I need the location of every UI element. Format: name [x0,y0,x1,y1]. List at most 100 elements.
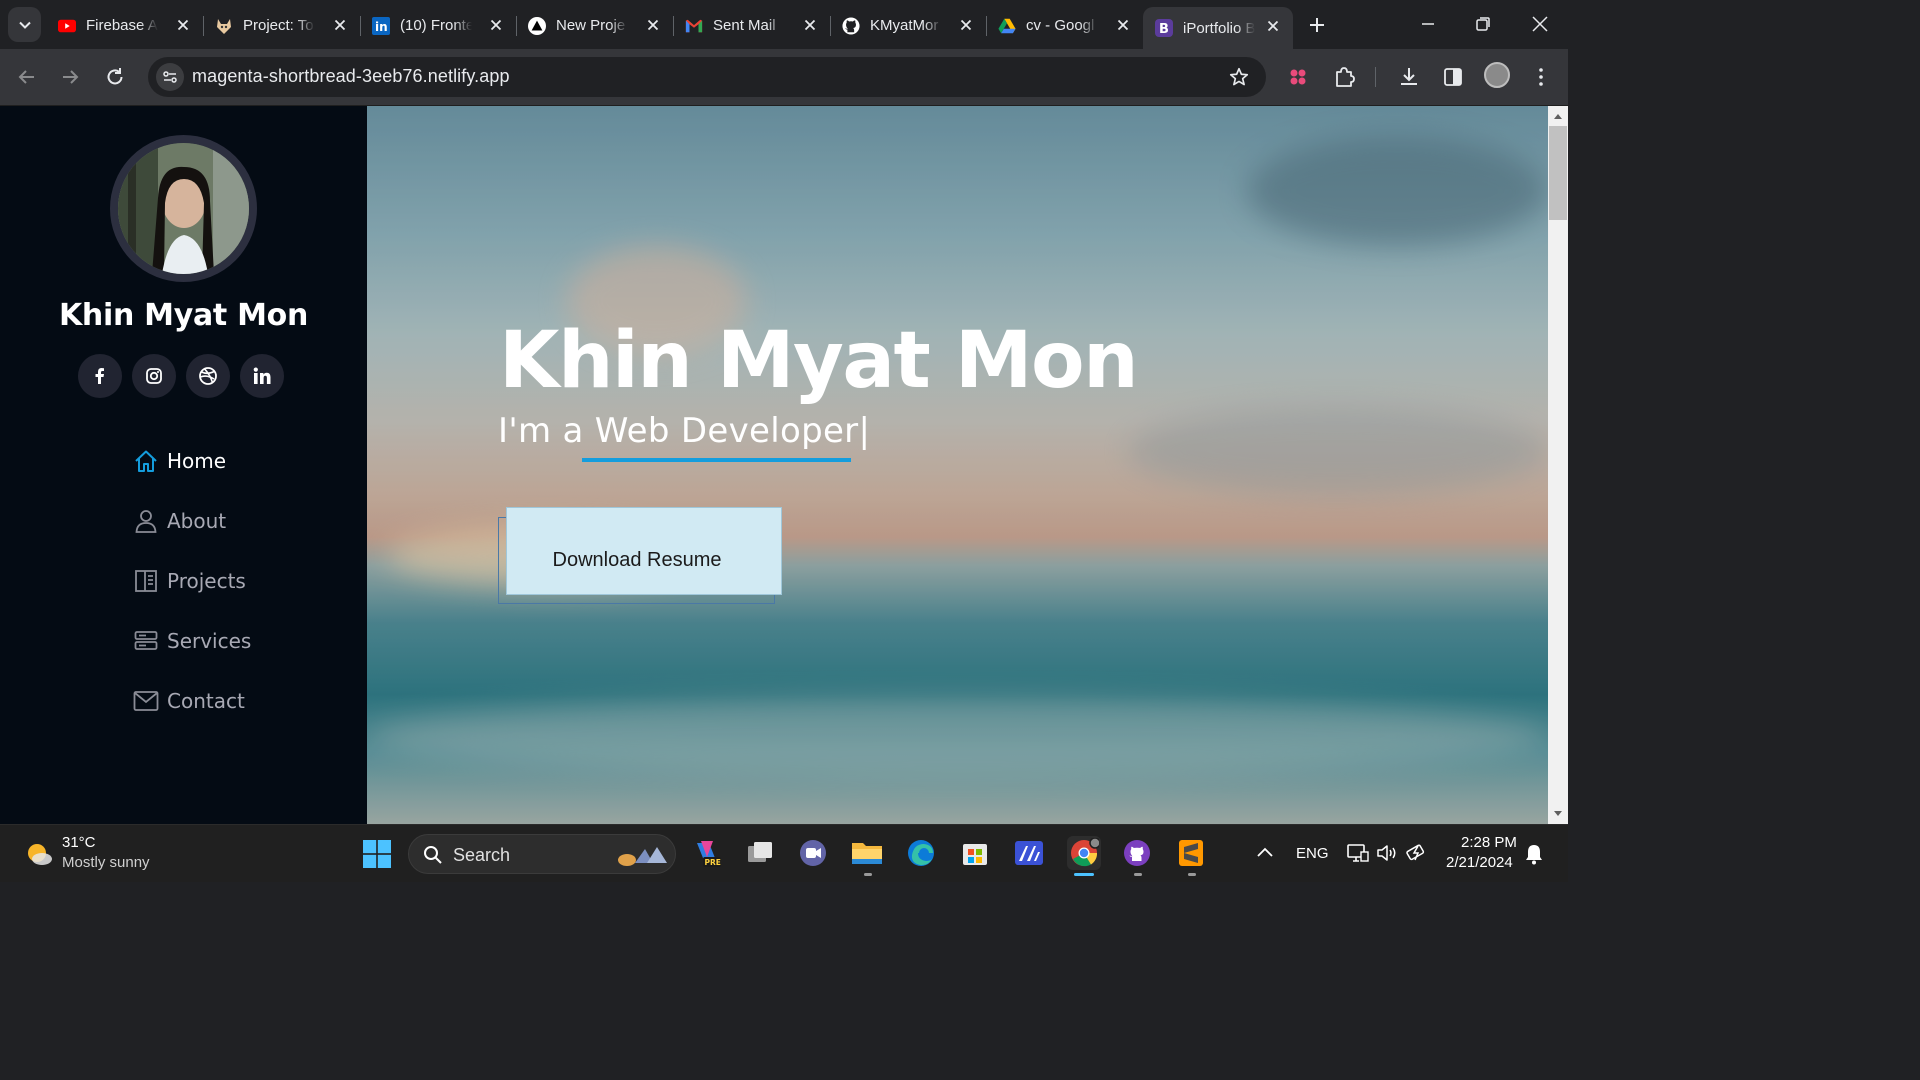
scroll-up-arrow-icon[interactable] [1553,112,1563,120]
battery-charging-icon[interactable] [1405,842,1429,864]
close-icon[interactable] [1115,17,1131,33]
store-icon [963,844,987,865]
page-viewport: Khin Myat Mon Home About Projects Servic… [0,106,1568,824]
sidebar-nav: Home About Projects Services Contact [133,446,251,746]
browser-tab-firebase[interactable]: Firebase A [46,6,204,45]
facebook-link[interactable] [78,354,122,398]
kebab-menu-icon[interactable] [1529,65,1553,89]
nav-about[interactable]: About [133,506,251,536]
clock-time[interactable]: 2:28 PM [1461,834,1517,851]
weather-temperature[interactable]: 31°C [62,834,96,851]
task-view-app[interactable] [744,837,776,869]
google-drive-icon [998,17,1016,35]
browser-toolbar: magenta-shortbread-3eeb76.netlify.app [0,49,1568,106]
typed-underline [582,458,851,462]
weather-sun-cloud-icon[interactable] [24,839,54,869]
taskbar-search[interactable]: Search [408,834,676,874]
github-desktop-app[interactable] [1121,837,1153,869]
close-icon[interactable] [958,17,974,33]
edge-app[interactable] [905,837,937,869]
browser-tab-github[interactable]: KMyatMor [830,6,987,45]
network-icon[interactable] [1347,843,1369,863]
extension-icon[interactable] [1286,65,1310,89]
close-window-icon[interactable] [1528,12,1552,36]
sublime-text-app[interactable] [1175,837,1207,869]
browser-tab-linkedin[interactable]: in (10) Fronte [360,6,517,45]
dribbble-link[interactable] [186,354,230,398]
instagram-icon [146,368,162,384]
windows-start-icon[interactable] [362,839,392,869]
close-icon[interactable] [1265,18,1281,34]
envelope-icon [133,688,159,714]
download-icon[interactable] [1397,65,1421,89]
site-info-icon[interactable] [156,63,184,91]
search-highlight-icon [618,847,667,866]
browser-tab-drive[interactable]: cv - Googl [986,6,1143,45]
server-icon [133,628,159,654]
scroll-down-arrow-icon[interactable] [1553,810,1563,818]
browser-tab-project[interactable]: Project: To [203,6,361,45]
nav-label: About [167,509,227,533]
hero-typed-subtitle: I'm a Web Developer| [498,411,871,451]
bookmark-star-icon[interactable] [1228,66,1250,88]
download-resume-button[interactable]: Download Resume [506,507,782,595]
browser-tab-vercel[interactable]: New Proje [516,6,674,45]
nav-contact[interactable]: Contact [133,686,251,716]
file-explorer-app[interactable] [851,837,883,869]
social-links [78,354,284,398]
dev-home-icon [1015,841,1043,865]
minimize-icon[interactable] [1416,12,1440,36]
nav-label: Projects [167,569,246,593]
edge-icon [908,840,934,866]
chevron-up-icon[interactable] [1256,845,1274,859]
nav-label: Home [167,449,227,473]
close-icon[interactable] [332,17,348,33]
task-view-icon [748,842,772,862]
tab-title: Project: To [243,17,314,34]
tab-title: New Proje [556,17,626,34]
tab-title: iPortfolio B [1183,19,1255,37]
browser-tab-strip: Firebase A Project: To in (10) Fronte Ne… [0,0,1568,49]
reload-icon[interactable] [103,65,127,89]
dev-app[interactable] [1013,837,1045,869]
input-language[interactable]: ENG [1296,845,1329,862]
extensions-puzzle-icon[interactable] [1332,65,1356,89]
hero-title: Khin Myat Mon [499,316,1139,406]
side-panel-icon[interactable] [1441,65,1465,89]
browser-tab-gmail[interactable]: Sent Mail [673,6,831,45]
nav-projects[interactable]: Projects [133,566,251,596]
url-text: magenta-shortbread-3eeb76.netlify.app [192,66,510,86]
weather-description[interactable]: Mostly sunny [62,854,150,871]
close-icon[interactable] [175,17,191,33]
instagram-link[interactable] [132,354,176,398]
copilot-pre-app[interactable]: PRE [691,837,723,869]
hero-section: Khin Myat Mon I'm a Web Developer| Downl… [367,106,1548,824]
chevron-down-icon [18,21,31,29]
microsoft-store-app[interactable] [959,837,991,869]
new-tab-plus-icon[interactable] [1304,12,1330,38]
tab-title: cv - Googl [1026,17,1095,34]
notification-bell-icon[interactable] [1524,843,1544,865]
nav-services[interactable]: Services [133,626,251,656]
nav-home[interactable]: Home [133,446,251,476]
tab-title: KMyatMor [870,17,939,34]
close-icon[interactable] [488,17,504,33]
close-icon[interactable] [645,17,661,33]
back-arrow-icon[interactable] [15,65,39,89]
teams-app[interactable] [797,837,829,869]
forward-arrow-icon[interactable] [58,65,82,89]
svg-text:in: in [375,20,388,34]
browser-tab-iportfolio[interactable]: B iPortfolio B [1143,7,1293,49]
tab-search-button[interactable] [8,7,41,42]
chrome-app[interactable] [1067,836,1101,870]
search-label: Search [453,845,511,865]
clock-date[interactable]: 2/21/2024 [1446,854,1513,871]
linkedin-link[interactable] [240,354,284,398]
svg-text:B: B [1159,22,1169,37]
restore-icon[interactable] [1471,12,1495,36]
volume-icon[interactable] [1376,843,1398,863]
close-icon[interactable] [802,17,818,33]
scrollbar-thumb[interactable] [1549,126,1567,220]
profile-avatar-icon[interactable] [1484,62,1510,88]
address-bar[interactable]: magenta-shortbread-3eeb76.netlify.app [148,57,1266,97]
